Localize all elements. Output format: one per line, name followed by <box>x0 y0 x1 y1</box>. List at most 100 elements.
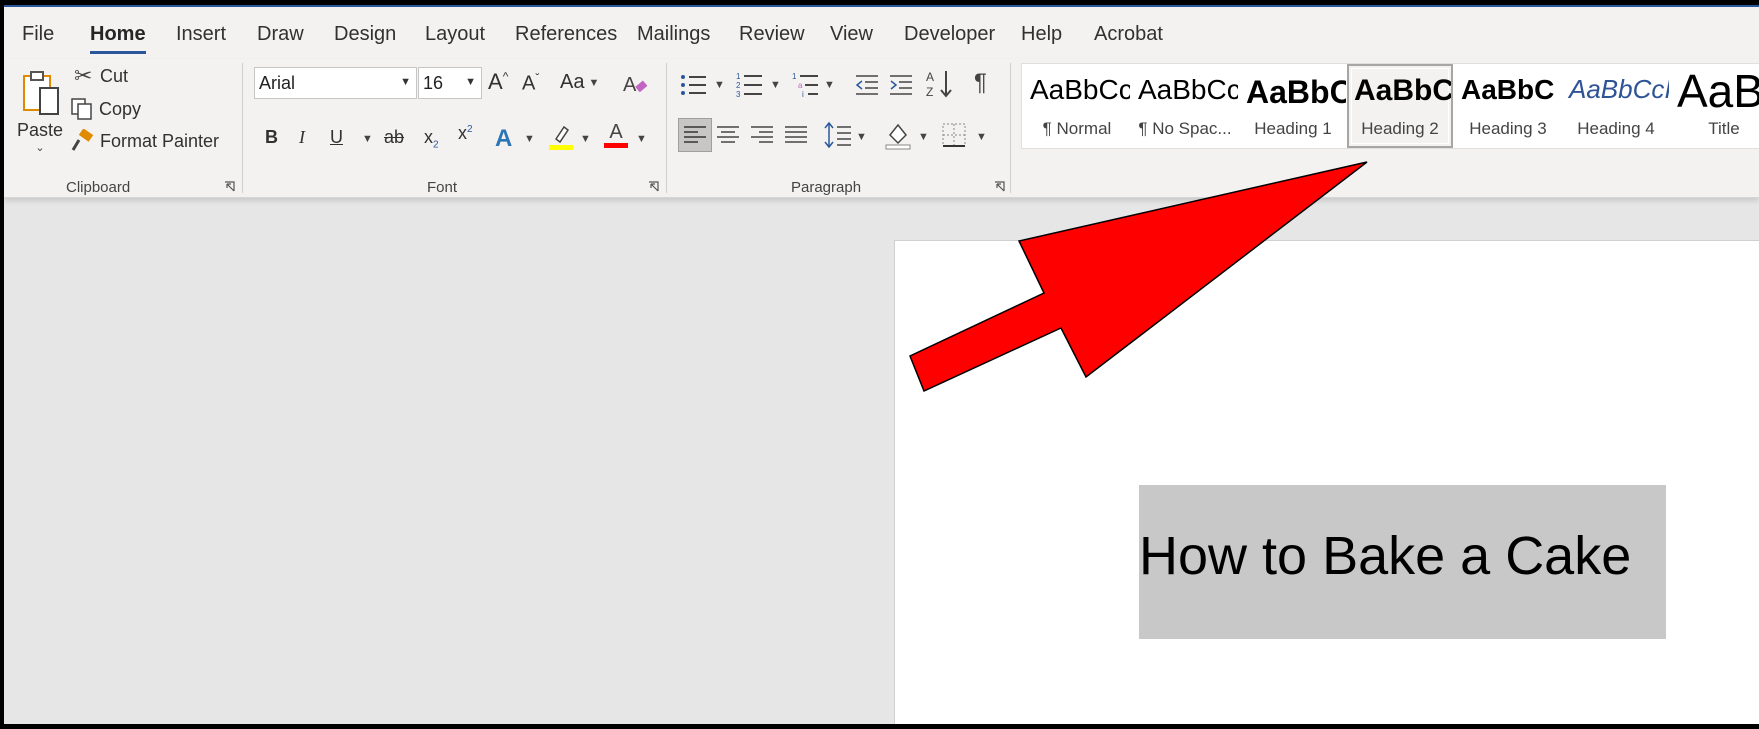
bold-button[interactable]: B <box>265 127 278 148</box>
bullets-dropdown-icon[interactable]: ▼ <box>714 79 725 91</box>
style-name: Heading 3 <box>1469 119 1547 138</box>
svg-text:i: i <box>802 90 804 99</box>
bold-icon: B <box>265 127 278 147</box>
style-heading-3[interactable]: AaBbC Heading 3 <box>1455 64 1561 148</box>
borders-dropdown-icon[interactable]: ▼ <box>976 131 987 143</box>
paragraph-group-label: Paragraph <box>791 179 862 196</box>
tab-acrobat[interactable]: Acrobat <box>1094 23 1163 46</box>
format-painter-button[interactable]: Format Painter <box>70 129 219 153</box>
font-dialog-launcher-icon[interactable] <box>648 181 659 192</box>
style-normal[interactable]: AaBbCcDc ¶ Normal <box>1024 64 1130 148</box>
tab-draw[interactable]: Draw <box>257 23 304 46</box>
grow-font-icon: A^ <box>488 69 509 94</box>
group-divider <box>242 63 243 193</box>
superscript-button[interactable]: x2 <box>458 123 473 144</box>
clear-formatting-icon[interactable]: A <box>622 71 650 97</box>
style-title[interactable]: AaB Title <box>1671 64 1759 148</box>
font-name-combo[interactable]: Arial ▼ <box>254 67 417 99</box>
align-left-icon <box>684 126 706 143</box>
increase-indent-icon[interactable] <box>888 73 914 97</box>
tab-developer[interactable]: Developer <box>904 23 995 46</box>
highlight-button[interactable] <box>548 123 574 151</box>
tab-insert[interactable]: Insert <box>176 23 226 46</box>
strikethrough-button[interactable]: ab <box>384 127 404 148</box>
font-color-button[interactable]: A <box>604 121 628 148</box>
numbering-dropdown-icon[interactable]: ▼ <box>770 79 781 91</box>
highlight-dropdown-icon[interactable]: ▼ <box>580 133 591 145</box>
font-color-icon: A <box>609 121 623 143</box>
style-heading-4[interactable]: AaBbCcI Heading 4 <box>1563 64 1669 148</box>
grow-font-button[interactable]: A^ <box>488 69 508 95</box>
style-name: Heading 4 <box>1577 119 1655 138</box>
bullets-icon[interactable] <box>680 73 708 97</box>
style-heading-2[interactable]: AaBbC( Heading 2 <box>1347 64 1453 148</box>
align-center-icon[interactable] <box>716 125 740 145</box>
style-no-spacing[interactable]: AaBbCcDc ¶ No Spac... <box>1132 64 1238 148</box>
scissors-icon: ✂ <box>74 63 93 88</box>
align-right-icon[interactable] <box>750 125 774 145</box>
paragraph-dialog-launcher-icon[interactable] <box>994 181 1005 192</box>
shrink-font-button[interactable]: Aˇ <box>522 71 539 96</box>
paste-label: Paste <box>16 120 64 140</box>
svg-text:1: 1 <box>792 72 797 81</box>
justify-icon[interactable] <box>784 125 808 145</box>
tab-home[interactable]: Home <box>90 23 146 54</box>
ribbon-tab-bar: File Home Insert Draw Design Layout Refe… <box>4 7 1759 59</box>
decrease-indent-icon[interactable] <box>854 73 880 97</box>
paste-button[interactable]: Paste ⌄ <box>14 65 66 159</box>
home-ribbon: Paste ⌄ ✂ Cut Copy Format Painter Clipbo… <box>4 59 1759 198</box>
font-size-value: 16 <box>423 72 444 93</box>
numbering-icon[interactable]: 123 <box>736 71 764 99</box>
chevron-down-icon: ▼ <box>400 76 411 88</box>
text-effects-icon: A <box>495 125 513 152</box>
clipboard-group-label: Clipboard <box>66 179 131 196</box>
format-painter-label: Format Painter <box>100 130 220 151</box>
multilevel-list-icon[interactable]: 1ai <box>792 71 820 99</box>
align-left-button[interactable] <box>678 118 712 152</box>
clipboard-dialog-launcher-icon[interactable] <box>224 181 235 192</box>
style-heading-1[interactable]: AaBbC( Heading 1 <box>1240 64 1346 148</box>
cut-button[interactable]: ✂ Cut <box>74 63 128 89</box>
font-size-combo[interactable]: 16 ▼ <box>418 67 482 99</box>
shading-icon[interactable] <box>884 121 912 151</box>
copy-icon <box>71 98 92 120</box>
multilevel-list-dropdown-icon[interactable]: ▼ <box>824 79 835 91</box>
tab-layout[interactable]: Layout <box>425 23 485 46</box>
show-formatting-marks-button[interactable]: ¶ <box>974 69 987 97</box>
tab-view[interactable]: View <box>830 23 873 46</box>
underline-button[interactable]: U <box>330 127 343 148</box>
change-case-button[interactable]: Aa ▼ <box>560 71 599 94</box>
line-spacing-dropdown-icon[interactable]: ▼ <box>856 131 867 143</box>
svg-text:1: 1 <box>736 72 741 81</box>
tab-review[interactable]: Review <box>739 23 805 46</box>
font-color-swatch <box>604 143 628 148</box>
paste-dropdown-icon[interactable]: ⌄ <box>35 141 44 154</box>
italic-button[interactable]: I <box>299 127 305 148</box>
document-heading[interactable]: How to Bake a Cake <box>1139 525 1631 587</box>
word-window: File Home Insert Draw Design Layout Refe… <box>4 5 1759 724</box>
style-name: ¶ No Spac... <box>1138 119 1232 138</box>
document-page[interactable] <box>894 240 1759 724</box>
highlighter-icon <box>549 125 573 150</box>
strikethrough-icon: ab <box>384 127 405 147</box>
tab-file[interactable]: File <box>22 23 54 46</box>
line-spacing-icon[interactable] <box>824 121 852 149</box>
tab-mailings[interactable]: Mailings <box>637 23 710 46</box>
tab-design[interactable]: Design <box>334 23 396 46</box>
superscript-icon: x2 <box>458 123 473 143</box>
tab-references[interactable]: References <box>515 23 617 46</box>
style-sample: AaBbC <box>1461 74 1555 105</box>
underline-dropdown-icon[interactable]: ▼ <box>362 133 373 145</box>
sort-icon[interactable]: AZ <box>926 69 954 99</box>
style-sample: AaBbC( <box>1246 74 1346 110</box>
shading-dropdown-icon[interactable]: ▼ <box>918 131 929 143</box>
tab-help[interactable]: Help <box>1021 23 1062 46</box>
underline-icon: U <box>330 127 343 147</box>
subscript-button[interactable]: x2 <box>424 127 439 151</box>
font-color-dropdown-icon[interactable]: ▼ <box>636 133 647 145</box>
copy-button[interactable]: Copy <box>69 97 141 121</box>
copy-label: Copy <box>99 98 142 119</box>
borders-icon[interactable] <box>940 121 968 149</box>
text-effects-button[interactable]: A <box>495 125 512 153</box>
text-effects-dropdown-icon[interactable]: ▼ <box>524 133 535 145</box>
